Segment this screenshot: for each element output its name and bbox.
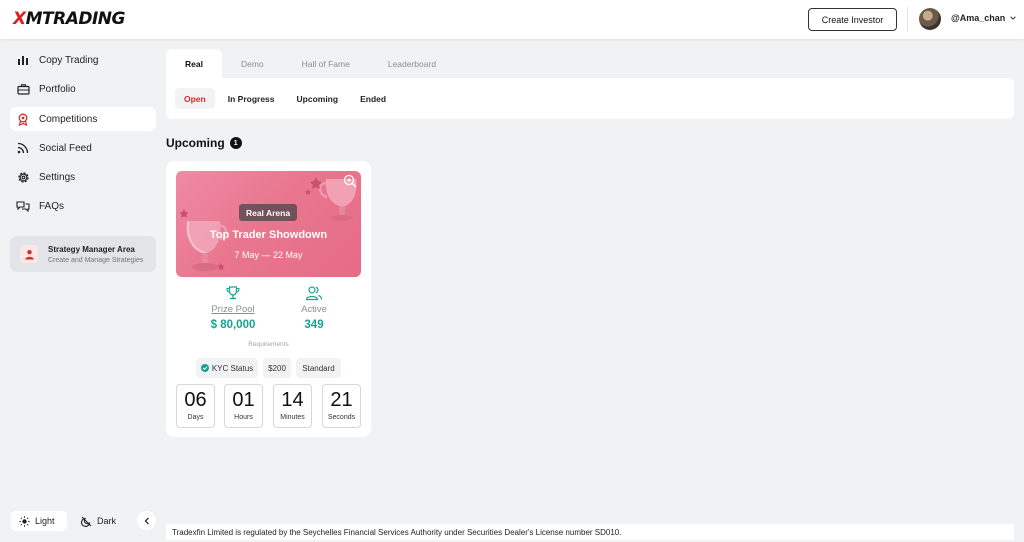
sidebar-item-label: Competitions bbox=[39, 113, 98, 125]
avatar[interactable] bbox=[919, 8, 941, 30]
logo-text: MTRADING bbox=[25, 9, 126, 29]
main-tabs: Real Demo Hall of Fame Leaderboard bbox=[166, 49, 455, 78]
tab-real[interactable]: Real bbox=[166, 49, 222, 78]
competition-card[interactable]: Real Arena Top Trader Showdown 7 May — 2… bbox=[166, 161, 371, 437]
rss-icon bbox=[16, 141, 30, 155]
sidebar-item-portfolio[interactable]: Portfolio bbox=[10, 77, 156, 101]
create-investor-button[interactable]: Create Investor bbox=[808, 8, 897, 31]
xmtrading-logo[interactable]: XMTRADING bbox=[13, 9, 126, 29]
light-label: Light bbox=[35, 516, 55, 526]
countdown-seconds: 21 Seconds bbox=[322, 384, 361, 428]
countdown-unit: Minutes bbox=[280, 414, 305, 421]
subtab-ended[interactable]: Ended bbox=[351, 88, 395, 109]
countdown-unit: Days bbox=[187, 414, 204, 421]
chat-icon bbox=[16, 199, 30, 213]
strategy-subtitle: Create and Manage Strategies bbox=[48, 256, 144, 264]
requirement-deposit: $200 bbox=[263, 358, 291, 378]
requirement-account-type: Standard bbox=[296, 358, 341, 378]
award-icon bbox=[16, 112, 30, 126]
sidebar-item-copy-trading[interactable]: Copy Trading bbox=[10, 48, 156, 72]
collapse-sidebar-button[interactable] bbox=[137, 511, 156, 530]
dark-theme-button[interactable]: Dark bbox=[73, 511, 124, 531]
requirement-label: Standard bbox=[302, 363, 335, 373]
tab-leaderboard[interactable]: Leaderboard bbox=[369, 49, 455, 78]
trophy-icon bbox=[198, 285, 268, 301]
countdown-value: 21 bbox=[330, 389, 353, 411]
sidebar-item-label: Settings bbox=[39, 171, 76, 183]
section-title: Upcoming 1 bbox=[166, 136, 242, 150]
prize-pool-value: $ 80,000 bbox=[210, 319, 256, 331]
countdown-value: 14 bbox=[281, 389, 304, 411]
users-icon bbox=[279, 285, 349, 301]
subtab-upcoming[interactable]: Upcoming bbox=[288, 88, 348, 109]
active-stat: Active 349 bbox=[279, 285, 349, 331]
user-menu[interactable]: @Ama_chan bbox=[951, 13, 1017, 23]
chevron-down-icon bbox=[1010, 16, 1017, 20]
subtab-in-progress[interactable]: In Progress bbox=[219, 88, 284, 109]
sidebar-item-label: Portfolio bbox=[39, 83, 76, 95]
strategy-title: Strategy Manager Area bbox=[48, 244, 135, 254]
bar-chart-icon bbox=[16, 53, 30, 67]
theme-switcher: Light Dark bbox=[11, 511, 131, 531]
countdown-value: 06 bbox=[184, 389, 207, 411]
prize-pool-stat: Prize Pool $ 80,000 bbox=[198, 285, 268, 331]
competition-dates: 7 May — 22 May bbox=[234, 250, 303, 260]
sidebar-item-label: Social Feed bbox=[39, 142, 92, 154]
username-label: @Ama_chan bbox=[951, 13, 1006, 23]
requirement-label: KYC Status bbox=[211, 363, 254, 373]
tab-demo[interactable]: Demo bbox=[222, 49, 283, 78]
strategy-manager-area[interactable]: Strategy Manager Area Create and Manage … bbox=[10, 236, 156, 272]
chevron-left-icon bbox=[144, 517, 149, 524]
requirements-label: Requirements bbox=[248, 341, 289, 348]
countdown-minutes: 14 Minutes bbox=[273, 384, 312, 428]
section-title-text: Upcoming bbox=[166, 136, 225, 150]
active-label: Active bbox=[301, 304, 327, 315]
sidebar: Copy Trading Portfolio Competitions Soci… bbox=[0, 39, 166, 542]
trophy-illustration bbox=[179, 177, 357, 271]
light-theme-button[interactable]: Light bbox=[11, 511, 67, 531]
sidebar-item-competitions[interactable]: Competitions bbox=[10, 107, 156, 131]
sun-icon bbox=[19, 515, 30, 527]
sidebar-item-label: FAQs bbox=[39, 200, 65, 212]
dark-label: Dark bbox=[97, 516, 117, 526]
countdown-hours: 01 Hours bbox=[224, 384, 263, 428]
count-badge: 1 bbox=[229, 137, 242, 149]
sidebar-item-social-feed[interactable]: Social Feed bbox=[10, 136, 156, 160]
active-value: 349 bbox=[304, 319, 324, 331]
user-icon bbox=[20, 245, 38, 263]
requirement-kyc: KYC Status bbox=[196, 358, 258, 378]
regulatory-footer: Tradexfin Limited is regulated by the Se… bbox=[166, 524, 1014, 540]
arena-badge: Real Arena bbox=[239, 204, 297, 221]
gear-icon bbox=[16, 170, 30, 184]
top-header: XMTRADING Create Investor @Ama_chan bbox=[0, 0, 1024, 39]
prize-pool-label[interactable]: Prize Pool bbox=[198, 304, 268, 315]
briefcase-icon bbox=[16, 82, 30, 96]
requirement-label: $200 bbox=[268, 363, 286, 373]
status-filter-tabs: Open In Progress Upcoming Ended bbox=[166, 78, 1014, 119]
header-divider bbox=[907, 7, 908, 32]
competition-title: Top Trader Showdown bbox=[209, 229, 328, 241]
sidebar-item-faqs[interactable]: FAQs bbox=[10, 194, 156, 218]
tab-hall-of-fame[interactable]: Hall of Fame bbox=[283, 49, 369, 78]
countdown-days: 06 Days bbox=[176, 384, 215, 428]
competition-banner[interactable]: Real Arena Top Trader Showdown 7 May — 2… bbox=[176, 171, 361, 277]
sidebar-item-settings[interactable]: Settings bbox=[10, 165, 156, 189]
competition-tabs: Real Demo Hall of Fame Leaderboard Open … bbox=[166, 49, 1014, 119]
subtab-open[interactable]: Open bbox=[175, 88, 215, 109]
countdown-unit: Hours bbox=[234, 414, 253, 421]
check-circle-icon bbox=[200, 364, 209, 372]
countdown-value: 01 bbox=[232, 389, 255, 411]
moon-off-icon bbox=[81, 516, 92, 527]
countdown-unit: Seconds bbox=[327, 414, 356, 421]
zoom-in-icon[interactable] bbox=[343, 174, 357, 188]
sidebar-item-label: Copy Trading bbox=[39, 54, 99, 66]
